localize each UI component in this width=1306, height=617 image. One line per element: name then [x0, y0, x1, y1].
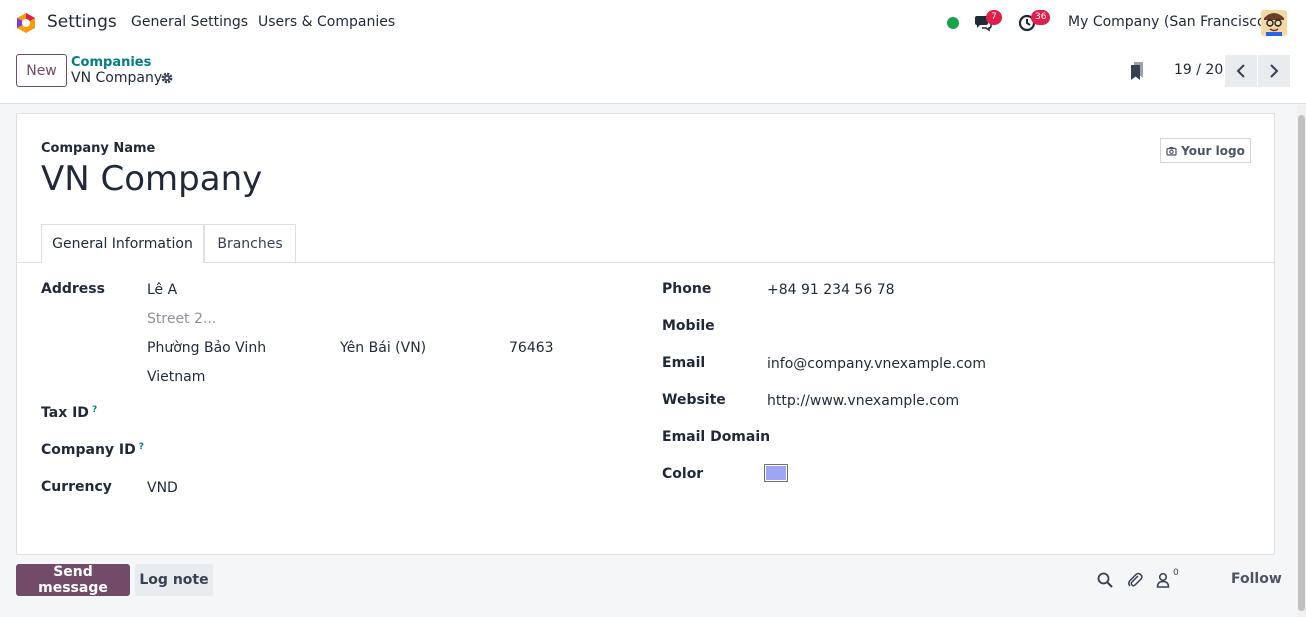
send-message-button[interactable]: Send message — [16, 564, 130, 596]
tax-id-help-icon[interactable]: ? — [92, 405, 97, 415]
company-id-help-icon[interactable]: ? — [139, 442, 144, 452]
search-icon[interactable] — [1096, 571, 1114, 589]
color-swatch-fill — [766, 466, 786, 480]
messages-badge: 7 — [986, 10, 1002, 25]
activities-badge: 36 — [1031, 10, 1051, 25]
follow-button[interactable]: Follow — [1231, 571, 1282, 587]
menu-general-settings[interactable]: General Settings — [131, 14, 248, 30]
phone-field[interactable]: +84 91 234 56 78 — [767, 282, 895, 298]
tax-id-label-text: Tax ID — [41, 405, 89, 421]
top-navbar: Settings General Settings Users & Compan… — [0, 0, 1306, 46]
scrollbar-thumb[interactable] — [1298, 115, 1305, 611]
state-field[interactable]: Yên Bái (VN) — [340, 340, 426, 356]
company-id-label-text: Company ID — [41, 442, 136, 458]
your-logo-button[interactable]: Your logo — [1160, 138, 1251, 163]
user-avatar[interactable] — [1261, 10, 1287, 36]
street-field[interactable]: Lê A — [147, 282, 177, 298]
breadcrumb-companies[interactable]: Companies — [71, 55, 151, 70]
followers-count: 0 — [1173, 568, 1179, 578]
currency-field[interactable]: VND — [147, 480, 178, 496]
your-logo-label: Your logo — [1181, 143, 1245, 158]
paperclip-icon[interactable] — [1126, 571, 1144, 589]
email-label: Email — [662, 355, 706, 371]
settings-app-icon[interactable] — [15, 12, 37, 34]
bookmarks-icon[interactable] — [1129, 61, 1145, 81]
log-note-button[interactable]: Log note — [135, 564, 213, 596]
pager-previous-button[interactable] — [1225, 55, 1257, 87]
breadcrumb-current: VN Company — [71, 70, 163, 86]
camera-icon — [1166, 146, 1177, 156]
zip-field[interactable]: 76463 — [509, 340, 554, 356]
address-label: Address — [41, 281, 105, 297]
chevron-right-icon — [1270, 64, 1279, 78]
email-field[interactable]: info@company.vnexample.com — [767, 356, 986, 372]
app-name[interactable]: Settings — [47, 12, 117, 32]
menu-users-companies[interactable]: Users & Companies — [258, 14, 395, 30]
currency-label: Currency — [41, 479, 112, 495]
website-field[interactable]: http://www.vnexample.com — [767, 393, 959, 409]
phone-label: Phone — [662, 281, 712, 297]
followers-user-icon[interactable] — [1155, 571, 1173, 589]
company-name-label: Company Name — [41, 141, 156, 156]
mobile-label: Mobile — [662, 318, 715, 334]
online-status-indicator — [947, 17, 959, 29]
email-domain-label: Email Domain — [662, 429, 771, 445]
chevron-left-icon — [1236, 64, 1245, 78]
pager-value[interactable]: 19 / 20 — [1174, 62, 1223, 78]
tab-general-information[interactable]: General Information — [41, 224, 204, 263]
tax-id-label: Tax ID? — [41, 405, 97, 421]
website-label: Website — [662, 392, 726, 408]
control-panel: New Companies VN Company 19 / 20 — [0, 46, 1306, 104]
form-sheet: Company Name VN Company Your logo Genera… — [16, 113, 1275, 555]
street2-field[interactable]: Street 2... — [147, 311, 216, 327]
city-field[interactable]: Phường Bảo Vinh — [147, 340, 266, 356]
country-field[interactable]: Vietnam — [147, 369, 205, 385]
pager-next-button[interactable] — [1258, 55, 1290, 87]
gear-icon[interactable] — [160, 71, 174, 85]
company-switcher[interactable]: My Company (San Francisco) — [1068, 14, 1271, 30]
color-label: Color — [662, 466, 704, 482]
color-picker[interactable] — [764, 464, 788, 482]
new-button[interactable]: New — [16, 54, 67, 87]
company-name-field[interactable]: VN Company — [41, 159, 262, 199]
company-id-label: Company ID? — [41, 442, 144, 458]
chatter-bar: Send message Log note 0 Follow — [0, 556, 1306, 617]
tabs-divider — [17, 262, 1274, 263]
tab-branches[interactable]: Branches — [204, 224, 296, 262]
